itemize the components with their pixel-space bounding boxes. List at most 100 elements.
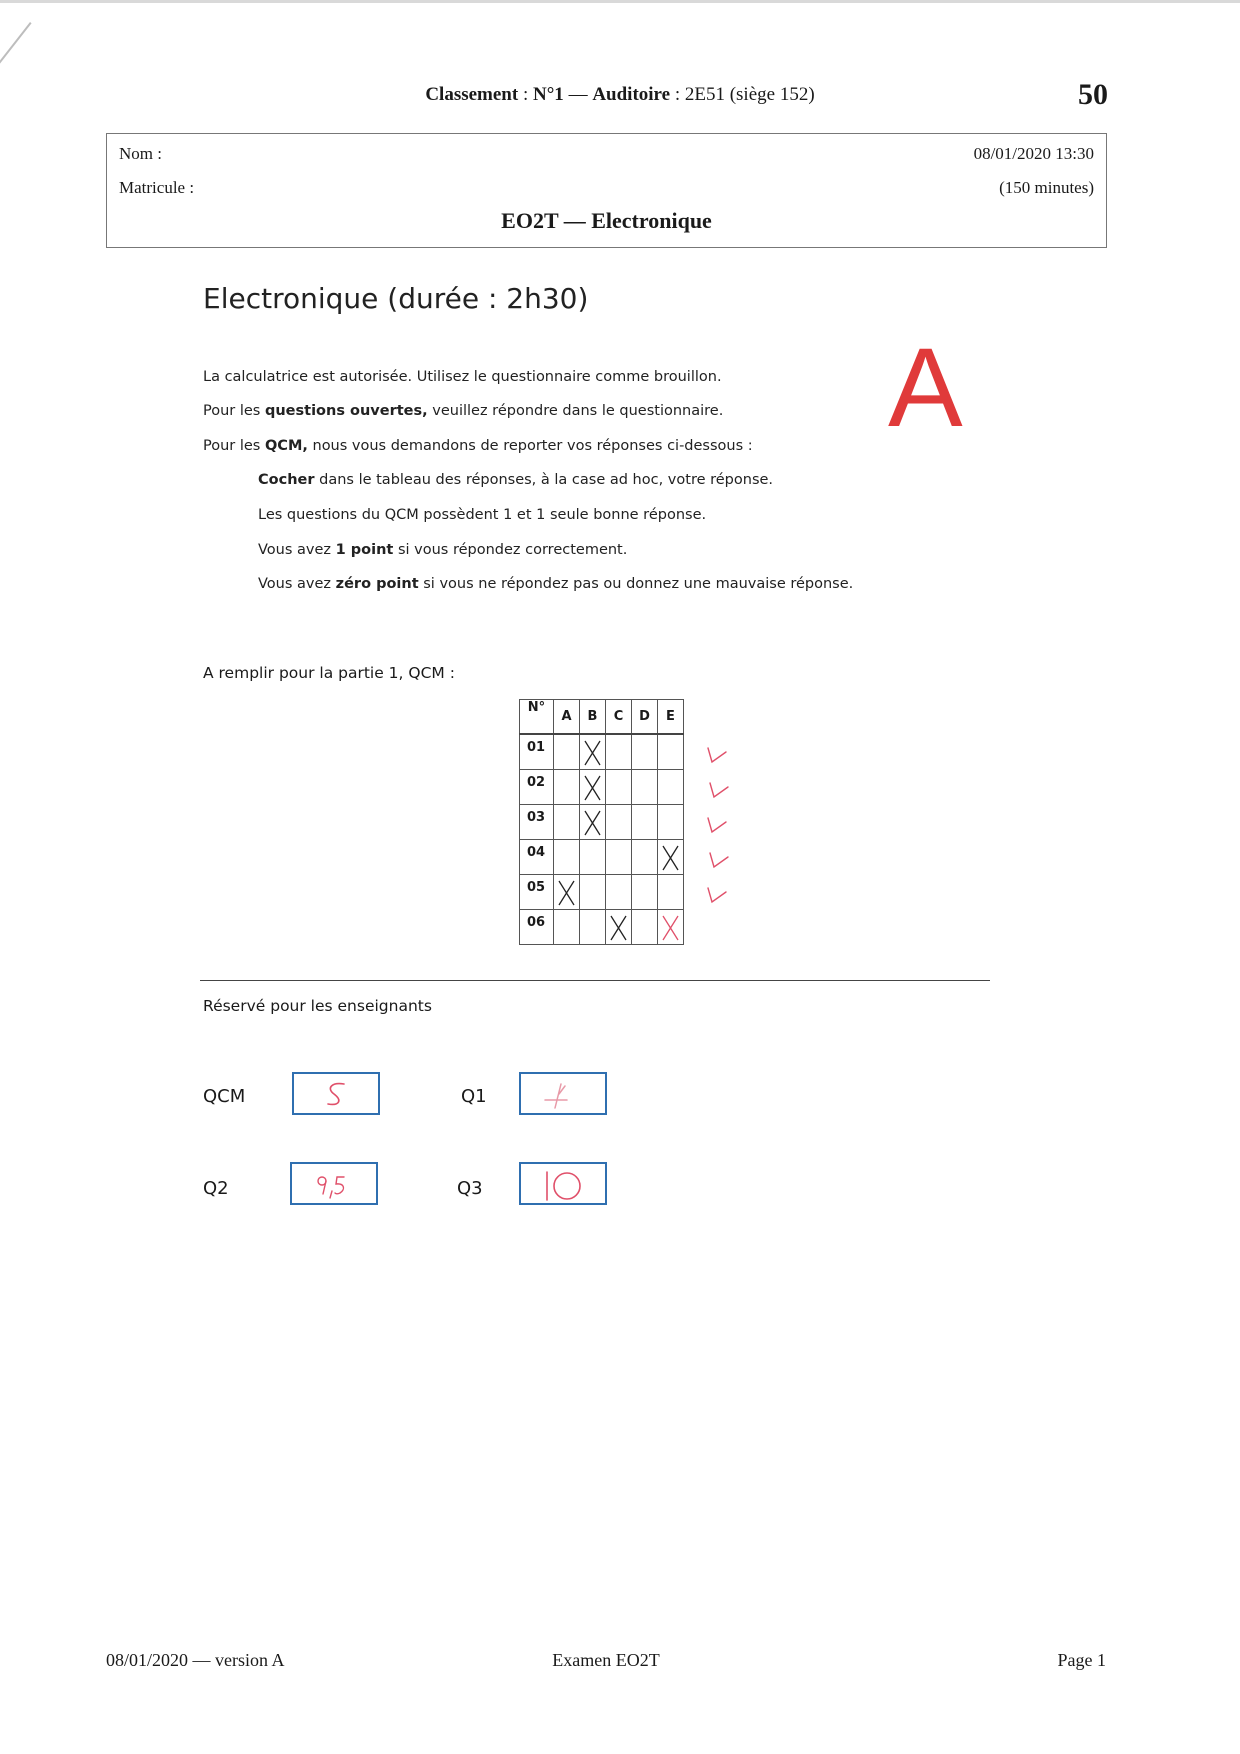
answer-cross-mark	[584, 740, 601, 766]
auditorium-label: Auditoire	[592, 84, 671, 105]
qcm-question-number: 03	[519, 804, 554, 840]
qcm-cell-d[interactable]	[631, 874, 658, 910]
qcm-cell-b[interactable]	[579, 804, 606, 840]
qcm-row: 05	[519, 874, 684, 910]
qcm-cell-c[interactable]	[605, 839, 632, 875]
qcm-cell-d[interactable]	[631, 909, 658, 945]
qcm-cell-c[interactable]	[605, 804, 632, 840]
instruction-bold: zéro point	[335, 576, 419, 592]
qcm-cell-b[interactable]	[579, 769, 606, 805]
instruction-text: Pour les	[203, 403, 265, 419]
answer-cross-mark	[558, 880, 575, 906]
exam-datetime: 08/01/2020 13:30	[973, 144, 1094, 163]
qcm-cell-a[interactable]	[553, 909, 580, 945]
grader-check-icon	[707, 817, 727, 834]
grader-check-icon	[709, 852, 729, 869]
qcm-question-number: 01	[519, 733, 554, 770]
qcm-cell-d[interactable]	[631, 769, 658, 805]
handwritten-score-q3	[546, 1171, 581, 1201]
instruction-line-6: Vous avez 1 point si vous répondez corre…	[258, 542, 627, 558]
score-label-qcm: QCM	[203, 1086, 246, 1107]
qcm-cell-b[interactable]	[579, 733, 606, 770]
instruction-line-3: Pour les QCM, nous vous demandons de rep…	[203, 438, 753, 454]
answer-cross-mark	[584, 775, 601, 801]
qcm-cell-a[interactable]	[553, 874, 580, 910]
qcm-cell-e[interactable]	[657, 733, 684, 770]
name-label: Nom :	[119, 144, 162, 163]
qcm-cell-e[interactable]	[657, 874, 684, 910]
instruction-line-1: La calculatrice est autorisée. Utilisez …	[203, 369, 722, 385]
qcm-question-number: 06	[519, 909, 554, 945]
handwritten-score-q1	[544, 1083, 568, 1109]
instruction-text: si vous répondez correctement.	[393, 542, 628, 558]
qcm-cell-a[interactable]	[553, 804, 580, 840]
qcm-cell-c[interactable]	[605, 769, 632, 805]
qcm-header-b: B	[579, 699, 606, 735]
page-number: 50	[1078, 78, 1108, 111]
instruction-line-5: Les questions du QCM possèdent 1 et 1 se…	[258, 507, 707, 523]
course-title: EO2T — Electronique	[501, 208, 712, 233]
instruction-bold: 1 point	[335, 542, 394, 558]
instruction-text: nous vous demandons de reporter vos répo…	[307, 438, 753, 454]
qcm-section-label: A remplir pour la partie 1, QCM :	[203, 664, 455, 682]
instruction-line-4: Cocher dans le tableau des réponses, à l…	[258, 472, 773, 488]
qcm-question-number: 02	[519, 769, 554, 805]
score-box-q1[interactable]	[519, 1072, 607, 1115]
pen-stroke	[0, 22, 32, 79]
qcm-row: 02	[519, 769, 684, 805]
qcm-row: 03	[519, 804, 684, 840]
instruction-line-7: Vous avez zéro point si vous ne répondez…	[258, 576, 853, 592]
score-box-q3[interactable]	[519, 1162, 607, 1205]
score-box-qcm[interactable]	[292, 1072, 380, 1115]
qcm-header-number: N°	[519, 699, 554, 735]
qcm-cell-b[interactable]	[579, 874, 606, 910]
qcm-cell-a[interactable]	[553, 733, 580, 770]
grader-check-icon	[707, 887, 727, 904]
qcm-row: 01	[519, 733, 684, 770]
qcm-cell-e[interactable]	[657, 839, 684, 875]
handwritten-score-qcm	[327, 1082, 345, 1106]
qcm-cell-c[interactable]	[605, 733, 632, 770]
correction-cross-mark	[662, 915, 679, 941]
instruction-line-2: Pour les questions ouvertes, veuillez ré…	[203, 403, 723, 419]
score-label-q3: Q3	[457, 1178, 483, 1199]
student-info-box: Nom : Matricule : 08/01/2020 13:30 (150 …	[106, 133, 1107, 248]
qcm-header-c: C	[605, 699, 632, 735]
qcm-cell-e[interactable]	[657, 769, 684, 805]
ranking-value: N°1	[532, 84, 564, 105]
qcm-cell-b[interactable]	[579, 839, 606, 875]
ranking-line: Classement : N°1 — Auditoire : 2E51 (siè…	[425, 84, 815, 105]
qcm-header-e: E	[657, 699, 684, 735]
instruction-text: dans le tableau des réponses, à la case …	[314, 472, 774, 488]
qcm-cell-c[interactable]	[605, 909, 632, 945]
instruction-text: si vous ne répondez pas ou donnez une ma…	[418, 576, 854, 592]
grader-check-icon	[709, 782, 729, 799]
grader-check-icon	[707, 747, 727, 764]
answer-cross-mark	[662, 845, 679, 871]
qcm-cell-e[interactable]	[657, 909, 684, 945]
instruction-text: Vous avez	[258, 542, 336, 558]
qcm-cell-d[interactable]	[631, 804, 658, 840]
qcm-question-number: 04	[519, 839, 554, 875]
score-box-q2[interactable]	[290, 1162, 378, 1205]
section-divider	[200, 980, 990, 981]
qcm-cell-b[interactable]	[579, 909, 606, 945]
qcm-cell-c[interactable]	[605, 874, 632, 910]
qcm-cell-a[interactable]	[553, 769, 580, 805]
student-id-label: Matricule :	[119, 178, 195, 197]
qcm-cell-d[interactable]	[631, 839, 658, 875]
instruction-text: Pour les	[203, 438, 265, 454]
qcm-cell-a[interactable]	[553, 839, 580, 875]
score-label-q2: Q2	[203, 1178, 229, 1199]
qcm-cell-d[interactable]	[631, 733, 658, 770]
qcm-row: 06	[519, 909, 684, 945]
qcm-header-d: D	[631, 699, 658, 735]
score-label-q1: Q1	[461, 1086, 487, 1107]
qcm-cell-e[interactable]	[657, 804, 684, 840]
qcm-question-number: 05	[519, 874, 554, 910]
ranking-label: Classement	[425, 84, 519, 105]
instruction-bold: questions ouvertes,	[264, 403, 428, 419]
qcm-header-row: N° A B C D E	[519, 699, 684, 735]
footer-center: Examen EO2T	[552, 1650, 660, 1670]
answer-cross-mark	[610, 915, 627, 941]
